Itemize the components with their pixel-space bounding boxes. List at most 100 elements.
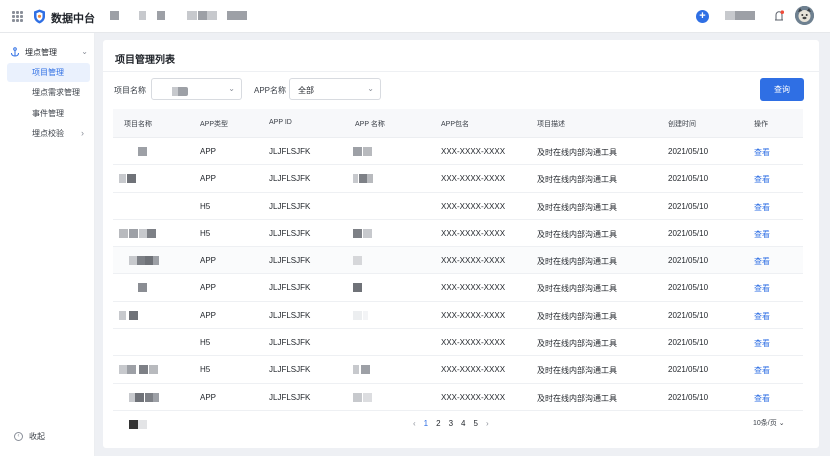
redacted-project-name (138, 147, 147, 156)
pagination-next[interactable]: › (486, 419, 489, 428)
sidebar-item-label: 埋点需求管理 (32, 88, 80, 97)
table-row: APP JLJFLSJFK XXX-XXXX-XXXX 及时在线内部沟通工具 2021/… (113, 274, 803, 302)
plus-icon[interactable]: + (696, 10, 709, 23)
table-cell: XXX-XXXX-XXXX (441, 228, 506, 238)
table-header: 项目名称 APP类型 APP ID APP 名称 APP包名 项目描述 创建时间… (113, 109, 803, 138)
table-cell: APP (200, 174, 217, 184)
redacted-project-name (149, 365, 158, 375)
table-cell: APP (200, 147, 217, 156)
column-header: APP 名称 (355, 121, 385, 128)
column-header: APP ID (269, 119, 292, 126)
redacted-app-name (363, 228, 372, 238)
table-cell: XXX-XXXX-XXXX (441, 256, 506, 266)
view-link[interactable]: 查看 (754, 174, 770, 185)
redacted-block (139, 11, 146, 20)
table-cell: 2021/05/10 (668, 174, 709, 184)
pagination-page[interactable]: 2 (436, 419, 440, 428)
table-row: H5 JLJFLSJFK XXX-XXXX-XXXX 及时在线内部沟通工具 2021/0… (113, 193, 803, 220)
view-link[interactable]: 查看 (754, 202, 770, 213)
pagination-page[interactable]: 4 (461, 419, 465, 428)
redacted-project-name (127, 365, 136, 375)
main-card: 项目管理列表 项目名称 ⌄ APP名称 全部 ⌄ 查询 项目名称 APP类型 A… (103, 40, 819, 448)
redacted-project-name (119, 174, 126, 184)
table-cell: 2021/05/10 (668, 283, 709, 293)
view-link[interactable]: 查看 (754, 311, 770, 322)
view-link[interactable]: 查看 (754, 283, 770, 294)
table-cell: JLJFLSJFK (269, 201, 311, 211)
table-cell: 及时在线内部沟通工具 (537, 366, 617, 376)
redacted-username (725, 11, 735, 20)
sidebar-item-tracking-requirements[interactable]: 埋点需求管理 (7, 83, 90, 102)
redacted-app-name (363, 147, 372, 156)
sidebar-item-event-management[interactable]: 事件管理 (7, 104, 90, 123)
apps-grid-icon[interactable] (12, 11, 23, 22)
redacted-app-name (353, 147, 362, 156)
pagination-page[interactable]: 1 (424, 419, 428, 428)
pagination-page[interactable]: 3 (449, 419, 453, 428)
table-cell: 及时在线内部沟通工具 (537, 284, 617, 294)
redacted-project-name (129, 310, 138, 320)
pagination-page[interactable]: 5 (473, 419, 477, 428)
app-name-label: APP名称 (254, 86, 287, 95)
chevron-down-icon: ⌄ (228, 84, 235, 93)
table-cell: JLJFLSJFK (269, 310, 311, 320)
sidebar-item-label: 项目管理 (32, 68, 64, 77)
redacted-block (187, 11, 197, 20)
table-cell: H5 (200, 201, 211, 211)
avatar[interactable] (795, 6, 814, 25)
shield-logo-icon (34, 9, 45, 24)
column-header: 操作 (754, 121, 768, 128)
project-name-select[interactable]: ⌄ (151, 78, 242, 100)
table-row: APP JLJFLSJFK XXX-XXXX-XXXX 及时在线内部沟通工具 2021/… (113, 302, 803, 330)
redacted-app-name (353, 365, 359, 375)
column-header: 项目名称 (124, 121, 152, 128)
table-cell: XXX-XXXX-XXXX (441, 174, 506, 184)
redacted-project-name (139, 365, 148, 375)
table-cell: JLJFLSJFK (269, 392, 311, 402)
sidebar-group-tracking[interactable]: 埋点管理 ⌄ (10, 44, 90, 60)
table-cell: 及时在线内部沟通工具 (537, 175, 617, 185)
redacted-project-name (127, 174, 136, 184)
redacted-app-name (353, 256, 362, 266)
avatar-image (795, 6, 814, 25)
app-name-select[interactable]: 全部 ⌄ (289, 78, 381, 100)
redacted-block (138, 420, 147, 429)
view-link[interactable]: 查看 (754, 229, 770, 240)
table-cell: APP (200, 392, 217, 402)
view-link[interactable]: 查看 (754, 147, 770, 158)
pagination-prev[interactable]: ‹ (413, 419, 416, 428)
redacted-project-name (153, 392, 159, 402)
bell-icon[interactable] (774, 10, 784, 23)
table-cell: XXX-XXXX-XXXX (441, 338, 506, 348)
view-link[interactable]: 查看 (754, 256, 770, 267)
pagination: ‹ 1 2 3 4 5 › (413, 419, 497, 428)
table-cell: JLJFLSJFK (269, 228, 311, 238)
table-cell: 及时在线内部沟通工具 (537, 393, 617, 403)
collapse-icon: ‹ (14, 432, 23, 441)
view-link[interactable]: 查看 (754, 393, 770, 404)
sidebar-item-tracking-validation[interactable]: 埋点校验 › (7, 124, 90, 143)
table-cell: 2021/05/10 (668, 228, 709, 238)
redacted-block (129, 420, 138, 429)
query-button[interactable]: 查询 (760, 78, 804, 101)
page-size-select[interactable]: 10条/页 ⌄ (753, 418, 785, 428)
redacted-app-name (353, 228, 362, 238)
table-cell: 2021/05/10 (668, 310, 709, 320)
redacted-app-name (363, 392, 372, 402)
sidebar-item-label: 事件管理 (32, 109, 64, 118)
project-table: 项目名称 APP类型 APP ID APP 名称 APP包名 项目描述 创建时间… (113, 109, 803, 411)
table-cell: APP (200, 283, 217, 293)
collapse-sidebar-button[interactable]: ‹ 收起 (14, 431, 45, 442)
sidebar-item-project-management[interactable]: 项目管理 (7, 63, 90, 82)
redacted-project-name (147, 228, 156, 238)
redacted-app-name (361, 365, 370, 375)
redacted-block (110, 11, 119, 20)
table-cell: 2021/05/10 (668, 147, 709, 156)
view-link[interactable]: 查看 (754, 365, 770, 376)
table-cell: JLJFLSJFK (269, 147, 311, 156)
column-header: APP包名 (441, 121, 470, 128)
table-cell: 2021/05/10 (668, 365, 709, 375)
redacted-project-name (153, 256, 159, 266)
view-link[interactable]: 查看 (754, 338, 770, 349)
top-bar: 数据中台 + (0, 0, 830, 33)
